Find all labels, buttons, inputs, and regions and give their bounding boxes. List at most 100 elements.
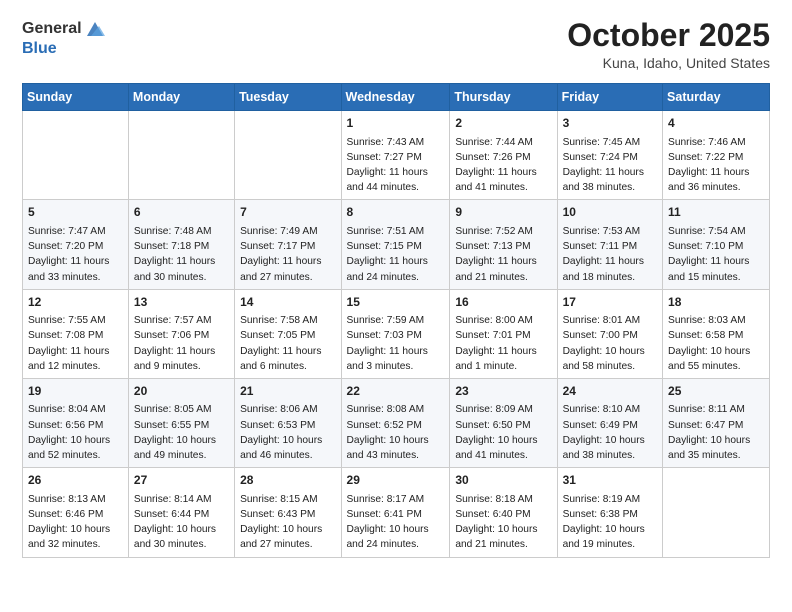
calendar-cell: 14Sunrise: 7:58 AMSunset: 7:05 PMDayligh… — [235, 289, 341, 378]
col-tuesday: Tuesday — [235, 84, 341, 111]
day-number: 30 — [455, 472, 551, 489]
day-number: 22 — [347, 383, 445, 400]
calendar-header-row: Sunday Monday Tuesday Wednesday Thursday… — [23, 84, 770, 111]
calendar-cell: 18Sunrise: 8:03 AMSunset: 6:58 PMDayligh… — [663, 289, 770, 378]
day-info: Sunrise: 8:08 AMSunset: 6:52 PMDaylight:… — [347, 404, 429, 461]
calendar-cell — [128, 111, 234, 200]
calendar-cell: 8 Sunrise: 7:51 AMSunset: 7:15 PMDaylight… — [341, 200, 450, 289]
day-number: 3 — [563, 115, 657, 132]
day-info: Sunrise: 7:53 AMSunset: 7:11 PMDaylight:… — [563, 226, 644, 283]
calendar-cell: 7 Sunrise: 7:49 AMSunset: 7:17 PMDaylight… — [235, 200, 341, 289]
col-saturday: Saturday — [663, 84, 770, 111]
day-number: 8 — [347, 204, 445, 221]
header: General Blue October 2025 Kuna, Idaho, U… — [22, 18, 770, 71]
calendar-week-2: 5 Sunrise: 7:47 AMSunset: 7:20 PMDaylight… — [23, 200, 770, 289]
calendar-cell: 1 Sunrise: 7:43 AMSunset: 7:27 PMDaylight… — [341, 111, 450, 200]
day-number: 10 — [563, 204, 657, 221]
day-number: 15 — [347, 294, 445, 311]
calendar-cell: 27 Sunrise: 8:14 AMSunset: 6:44 PMDayligh… — [128, 468, 234, 557]
day-info: Sunrise: 7:51 AMSunset: 7:15 PMDaylight:… — [347, 226, 428, 283]
day-info: Sunrise: 7:48 AMSunset: 7:18 PMDaylight:… — [134, 226, 215, 283]
calendar-cell: 3 Sunrise: 7:45 AMSunset: 7:24 PMDaylight… — [557, 111, 662, 200]
day-number: 18 — [668, 294, 764, 311]
day-info: Sunrise: 7:47 AMSunset: 7:20 PMDaylight:… — [28, 226, 109, 283]
day-info: Sunrise: 7:49 AMSunset: 7:17 PMDaylight:… — [240, 226, 321, 283]
col-wednesday: Wednesday — [341, 84, 450, 111]
calendar-week-3: 12Sunrise: 7:55 AMSunset: 7:08 PMDayligh… — [23, 289, 770, 378]
col-thursday: Thursday — [450, 84, 557, 111]
day-info: Sunrise: 7:54 AMSunset: 7:10 PMDaylight:… — [668, 226, 749, 283]
day-info: Sunrise: 8:18 AMSunset: 6:40 PMDaylight:… — [455, 494, 537, 551]
day-number: 5 — [28, 204, 123, 221]
calendar-cell — [235, 111, 341, 200]
day-info: Sunrise: 8:06 AMSunset: 6:53 PMDaylight:… — [240, 404, 322, 461]
day-info: Sunrise: 8:09 AMSunset: 6:50 PMDaylight:… — [455, 404, 537, 461]
col-sunday: Sunday — [23, 84, 129, 111]
calendar-cell: 22 Sunrise: 8:08 AMSunset: 6:52 PMDayligh… — [341, 378, 450, 467]
day-number: 13 — [134, 294, 229, 311]
calendar-cell: 5 Sunrise: 7:47 AMSunset: 7:20 PMDaylight… — [23, 200, 129, 289]
day-info: Sunrise: 8:10 AMSunset: 6:49 PMDaylight:… — [563, 404, 645, 461]
day-number: 29 — [347, 472, 445, 489]
day-info: Sunrise: 7:52 AMSunset: 7:13 PMDaylight:… — [455, 226, 536, 283]
day-info: Sunrise: 7:45 AMSunset: 7:24 PMDaylight:… — [563, 137, 644, 194]
day-info: Sunrise: 7:44 AMSunset: 7:26 PMDaylight:… — [455, 137, 536, 194]
day-number: 2 — [455, 115, 551, 132]
title-month-year: October 2025 — [567, 18, 770, 53]
day-number: 6 — [134, 204, 229, 221]
day-number: 31 — [563, 472, 657, 489]
title-block: October 2025 Kuna, Idaho, United States — [567, 18, 770, 71]
logo: General Blue — [22, 18, 106, 58]
calendar-cell: 30 Sunrise: 8:18 AMSunset: 6:40 PMDayligh… — [450, 468, 557, 557]
col-friday: Friday — [557, 84, 662, 111]
title-location: Kuna, Idaho, United States — [567, 55, 770, 71]
day-info: Sunrise: 7:59 AMSunset: 7:03 PMDaylight:… — [347, 315, 428, 372]
calendar-cell: 23Sunrise: 8:09 AMSunset: 6:50 PMDayligh… — [450, 378, 557, 467]
day-info: Sunrise: 8:04 AMSunset: 6:56 PMDaylight:… — [28, 404, 110, 461]
calendar-cell: 24Sunrise: 8:10 AMSunset: 6:49 PMDayligh… — [557, 378, 662, 467]
calendar-cell: 17 Sunrise: 8:01 AMSunset: 7:00 PMDayligh… — [557, 289, 662, 378]
page: General Blue October 2025 Kuna, Idaho, U… — [0, 0, 792, 612]
day-info: Sunrise: 8:19 AMSunset: 6:38 PMDaylight:… — [563, 494, 645, 551]
day-number: 17 — [563, 294, 657, 311]
day-number: 27 — [134, 472, 229, 489]
day-info: Sunrise: 8:13 AMSunset: 6:46 PMDaylight:… — [28, 494, 110, 551]
day-info: Sunrise: 8:15 AMSunset: 6:43 PMDaylight:… — [240, 494, 322, 551]
calendar-cell: 16 Sunrise: 8:00 AMSunset: 7:01 PMDayligh… — [450, 289, 557, 378]
day-number: 28 — [240, 472, 335, 489]
day-info: Sunrise: 8:17 AMSunset: 6:41 PMDaylight:… — [347, 494, 429, 551]
day-number: 25 — [668, 383, 764, 400]
calendar-cell — [663, 468, 770, 557]
day-number: 1 — [347, 115, 445, 132]
calendar-week-4: 19 Sunrise: 8:04 AMSunset: 6:56 PMDayligh… — [23, 378, 770, 467]
day-number: 21 — [240, 383, 335, 400]
calendar-cell: 12Sunrise: 7:55 AMSunset: 7:08 PMDayligh… — [23, 289, 129, 378]
calendar-table: Sunday Monday Tuesday Wednesday Thursday… — [22, 83, 770, 557]
day-number: 7 — [240, 204, 335, 221]
calendar-cell: 19 Sunrise: 8:04 AMSunset: 6:56 PMDayligh… — [23, 378, 129, 467]
day-number: 16 — [455, 294, 551, 311]
day-info: Sunrise: 8:05 AMSunset: 6:55 PMDaylight:… — [134, 404, 216, 461]
col-monday: Monday — [128, 84, 234, 111]
calendar-cell: 13Sunrise: 7:57 AMSunset: 7:06 PMDayligh… — [128, 289, 234, 378]
day-number: 11 — [668, 204, 764, 221]
calendar-cell: 26 Sunrise: 8:13 AMSunset: 6:46 PMDayligh… — [23, 468, 129, 557]
day-info: Sunrise: 8:14 AMSunset: 6:44 PMDaylight:… — [134, 494, 216, 551]
calendar-cell: 10 Sunrise: 7:53 AMSunset: 7:11 PMDayligh… — [557, 200, 662, 289]
calendar-cell: 28 Sunrise: 8:15 AMSunset: 6:43 PMDayligh… — [235, 468, 341, 557]
day-info: Sunrise: 7:58 AMSunset: 7:05 PMDaylight:… — [240, 315, 321, 372]
day-info: Sunrise: 7:46 AMSunset: 7:22 PMDaylight:… — [668, 137, 749, 194]
day-info: Sunrise: 8:01 AMSunset: 7:00 PMDaylight:… — [563, 315, 645, 372]
calendar-cell: 2 Sunrise: 7:44 AMSunset: 7:26 PMDaylight… — [450, 111, 557, 200]
day-info: Sunrise: 8:00 AMSunset: 7:01 PMDaylight:… — [455, 315, 536, 372]
day-info: Sunrise: 7:55 AMSunset: 7:08 PMDaylight:… — [28, 315, 109, 372]
calendar-cell: 15 Sunrise: 7:59 AMSunset: 7:03 PMDayligh… — [341, 289, 450, 378]
calendar-cell — [23, 111, 129, 200]
day-number: 9 — [455, 204, 551, 221]
calendar-week-5: 26 Sunrise: 8:13 AMSunset: 6:46 PMDayligh… — [23, 468, 770, 557]
logo-general: General — [22, 20, 82, 38]
day-info: Sunrise: 7:43 AMSunset: 7:27 PMDaylight:… — [347, 137, 428, 194]
day-number: 19 — [28, 383, 123, 400]
calendar-cell: 20Sunrise: 8:05 AMSunset: 6:55 PMDayligh… — [128, 378, 234, 467]
day-number: 26 — [28, 472, 123, 489]
